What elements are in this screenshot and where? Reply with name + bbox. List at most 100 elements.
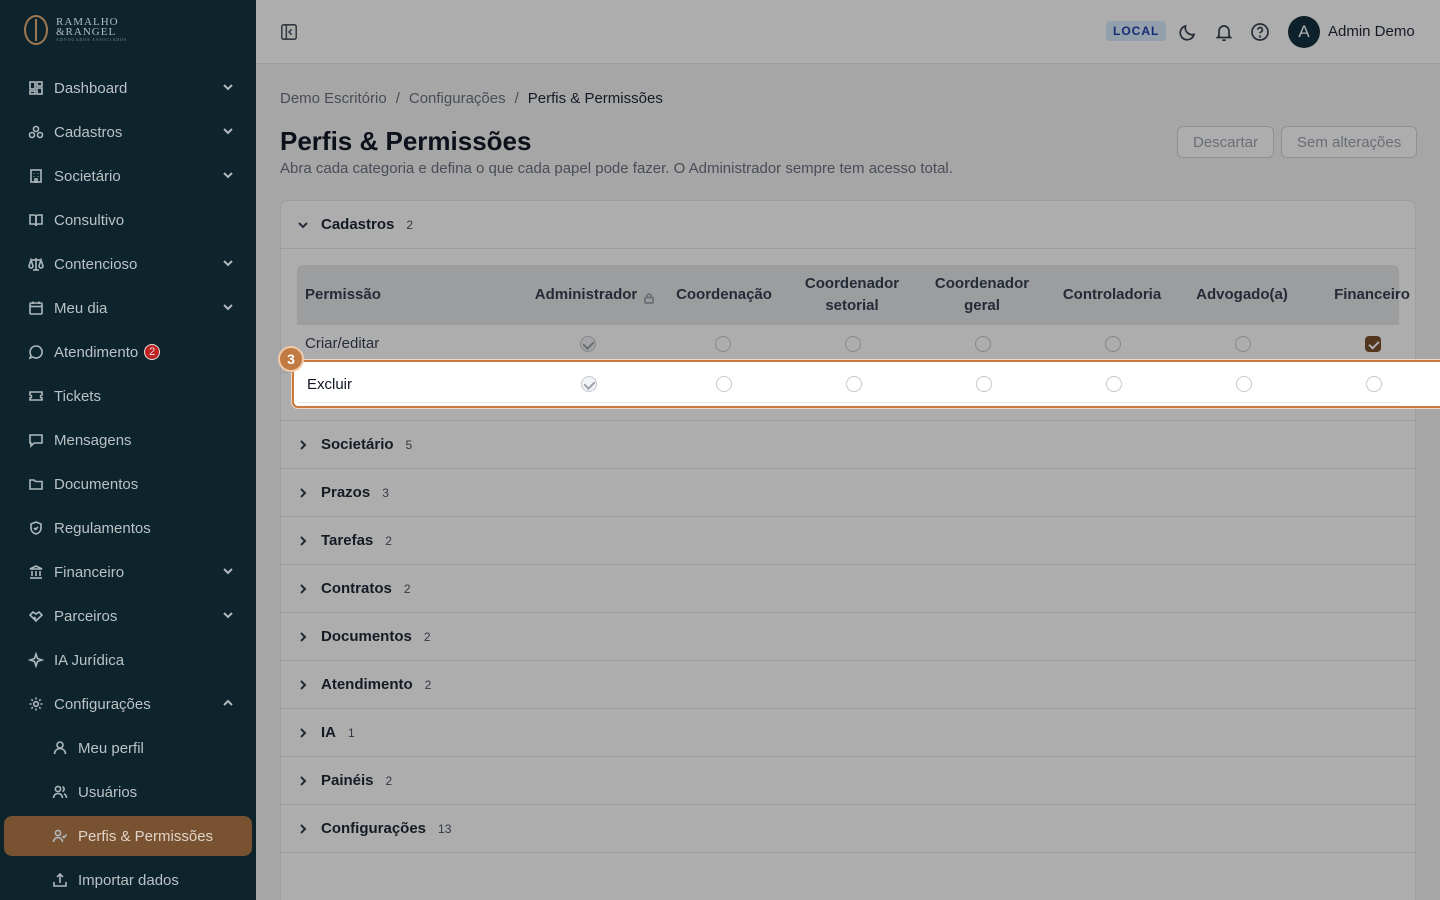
chevron-down-icon (222, 300, 234, 312)
sidebar-item-label: Societário (54, 167, 121, 185)
notification-badge: 2 (144, 344, 161, 360)
category-row[interactable]: Painéis 2 (281, 757, 1415, 805)
breadcrumb-item[interactable]: Configurações (409, 90, 506, 107)
sidebar-item-dashboard[interactable]: Dashboard (0, 66, 256, 110)
permission-checkbox[interactable] (846, 376, 862, 392)
topbar: LOCAL A Admin Demo (256, 0, 1440, 64)
brand-logo[interactable]: RAMALHO &RANGEL ADVOGADOS ASSOCIADOS (0, 0, 256, 60)
permissions-panel: Cadastros 2 Permissão Administrador Coorde… (280, 200, 1416, 900)
user-name[interactable]: Admin Demo (1328, 23, 1415, 40)
category-count: 2 (385, 533, 392, 548)
sidebar-item-handshake[interactable]: Parceiros (0, 594, 256, 638)
sidebar-item-bank[interactable]: Financeiro (0, 550, 256, 594)
category-row[interactable]: Documentos 2 (281, 613, 1415, 661)
permission-checkbox[interactable] (845, 336, 861, 352)
chat-icon (28, 344, 44, 360)
category-row[interactable]: Configurações 13 (281, 805, 1415, 853)
building-icon (28, 168, 44, 184)
category-row[interactable]: IA 1 (281, 709, 1415, 757)
sidebar-item-label: Dashboard (54, 79, 128, 97)
permission-label: Criar/editar (305, 335, 380, 352)
chevron-down-icon (297, 219, 309, 231)
permission-checkbox[interactable] (715, 336, 731, 352)
category-name: Prazos (321, 484, 371, 501)
column-header: Coordenador setorial (787, 265, 917, 325)
category-count: 13 (438, 821, 452, 836)
category-row[interactable]: Tarefas 2 (281, 517, 1415, 565)
category-name: IA (321, 724, 336, 741)
permission-checkbox[interactable] (716, 376, 732, 392)
sidebar-item-calendar[interactable]: Meu dia (0, 286, 256, 330)
permission-checkbox[interactable] (975, 336, 991, 352)
sidebar-item-sparkle[interactable]: IA Jurídica (0, 638, 256, 682)
calendar-icon (28, 300, 44, 316)
discard-button[interactable]: Descartar (1177, 126, 1275, 158)
breadcrumb-item[interactable]: Demo Escritório (280, 90, 387, 107)
category-row[interactable]: Prazos 3 (281, 469, 1415, 517)
sidebar-subitem[interactable]: Perfis & Permissões (4, 816, 252, 856)
sidebar-item-message[interactable]: Mensagens (0, 418, 256, 462)
chevron-down-icon (222, 124, 234, 136)
sidebar-item-shield[interactable]: Regulamentos (0, 506, 256, 550)
category-count: 2 (423, 629, 431, 644)
sidebar-item-label: Contencioso (54, 255, 138, 273)
chevron-down-icon (222, 168, 234, 180)
sidebar-item-ticket[interactable]: Tickets (0, 374, 256, 418)
column-header: Controladoria (1047, 265, 1177, 325)
gear-icon (28, 696, 44, 712)
moon-icon[interactable] (1178, 22, 1198, 42)
tour-step-badge: 3 (278, 346, 304, 372)
category-name: Atendimento (321, 676, 413, 693)
sidebar-item-users-group[interactable]: Cadastros (0, 110, 256, 154)
bell-icon[interactable] (1214, 22, 1234, 42)
column-header-label: Financeiro (1334, 286, 1410, 303)
sidebar-item-scale[interactable]: Contencioso (0, 242, 256, 286)
sidebar-subitem[interactable]: Importar dados (0, 858, 256, 900)
column-header: Coordenador geral (917, 265, 1047, 325)
permission-checkbox[interactable] (1106, 376, 1122, 392)
dashboard-icon (28, 80, 44, 96)
breadcrumb: Demo Escritório / Configurações / Perfis & P… (280, 90, 663, 107)
permission-checkbox[interactable] (1366, 376, 1382, 392)
category-count: 2 (406, 217, 414, 232)
help-icon[interactable] (1250, 22, 1270, 42)
bank-icon (28, 564, 44, 580)
permission-checkbox[interactable] (1105, 336, 1121, 352)
category-open: Cadastros 2 Permissão Administrador Coorde… (281, 201, 1415, 401)
breadcrumb-sep: / (395, 90, 400, 107)
table-header: Permissão Administrador Coordenação Coorden… (297, 265, 1410, 325)
category-header[interactable]: Cadastros 2 (281, 201, 1415, 249)
category-name: Cadastros (321, 216, 395, 233)
sidebar-subitem[interactable]: Usuários (0, 770, 256, 814)
permission-checkbox[interactable] (1236, 376, 1252, 392)
permission-checkbox[interactable] (976, 376, 992, 392)
avatar[interactable]: A (1288, 16, 1320, 48)
category-row[interactable]: Societário 5 (281, 421, 1415, 469)
sidebar-item-label: Regulamentos (54, 519, 151, 537)
sidebar-item-gear[interactable]: Configurações (0, 682, 256, 726)
chevron-right-icon (297, 775, 309, 787)
column-header-label: Advogado(a) (1196, 286, 1288, 303)
permission-checkbox[interactable] (1235, 336, 1251, 352)
user-check-icon (52, 828, 68, 844)
permission-label: Excluir (307, 376, 353, 393)
column-header: Financeiro (1307, 265, 1415, 325)
sidebar-item-label: Financeiro (54, 563, 125, 581)
sidebar-item-label: Cadastros (54, 123, 123, 141)
category-count: 2 (385, 773, 393, 788)
sidebar-item-label: Parceiros (54, 607, 118, 625)
save-button[interactable]: Sem alterações (1281, 126, 1418, 158)
chevron-right-icon (297, 631, 309, 643)
sidebar-item-book[interactable]: Consultivo (0, 198, 256, 242)
sidebar-subitem[interactable]: Meu perfil (0, 726, 256, 770)
chevron-right-icon (297, 823, 309, 835)
brand-tagline: ADVOGADOS ASSOCIADOS (56, 37, 128, 42)
sidebar-toggle-icon[interactable] (280, 23, 298, 41)
category-count: 2 (403, 581, 411, 596)
category-row[interactable]: Contratos 2 (281, 565, 1415, 613)
sidebar-item-folder[interactable]: Documentos (0, 462, 256, 506)
permission-checkbox[interactable] (1365, 336, 1381, 352)
sidebar-item-building[interactable]: Societário (0, 154, 256, 198)
category-row[interactable]: Atendimento 2 (281, 661, 1415, 709)
sidebar-item-chat[interactable]: Atendimento 2 (0, 330, 256, 374)
